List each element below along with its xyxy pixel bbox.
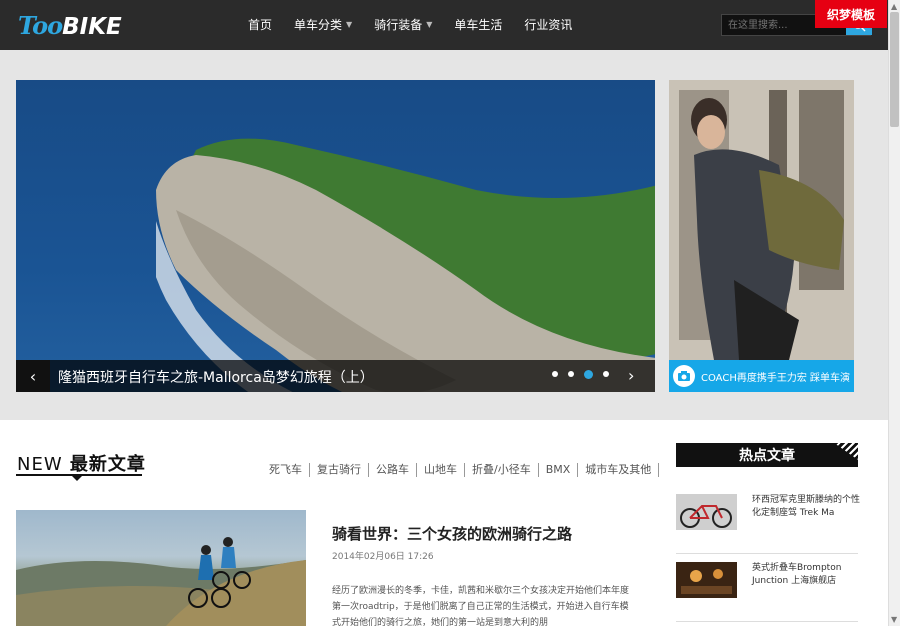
- category-link[interactable]: 城市车及其他: [578, 463, 660, 477]
- slide-next-button[interactable]: ›: [628, 366, 634, 385]
- page-scrollbar[interactable]: ▲ ▼: [888, 0, 900, 626]
- camera-icon: [673, 365, 695, 387]
- nav-item-bike-life[interactable]: 单车生活: [454, 16, 502, 33]
- article-date: 2014年02月06日 17:26: [332, 552, 434, 562]
- template-badge[interactable]: 织梦模板: [815, 0, 887, 28]
- nav-item-bike-categories[interactable]: 单车分类 ▼: [294, 16, 352, 33]
- hot-article-thumbnail: [676, 494, 737, 530]
- featured-slider[interactable]: ‹ 隆猫西班牙自行车之旅-Mallorca岛梦幻旅程（上） ›: [16, 80, 655, 392]
- ad-photo: [669, 80, 854, 360]
- title-arrow-icon: [72, 476, 82, 481]
- nav-item-gear[interactable]: 骑行装备 ▼: [374, 16, 432, 33]
- hot-article-item[interactable]: 环西冠军克里斯滕纳的个性化定制座驾 Trek Ma: [676, 494, 860, 554]
- slide-dot[interactable]: [568, 371, 574, 377]
- site-logo[interactable]: TooBIKE: [18, 11, 122, 40]
- nav-label: 单车生活: [454, 18, 503, 32]
- category-link[interactable]: 公路车: [369, 463, 417, 477]
- title-new: NEW: [17, 454, 63, 475]
- article-thumbnail[interactable]: [16, 510, 306, 626]
- nav-label: 单车分类: [294, 18, 343, 32]
- hot-article-thumbnail: [676, 562, 737, 598]
- logo-bike: BIKE: [62, 14, 122, 40]
- slide-dot[interactable]: [552, 371, 558, 377]
- slide-caption-bar: ‹ 隆猫西班牙自行车之旅-Mallorca岛梦幻旅程（上） ›: [16, 360, 655, 392]
- hot-article-item[interactable]: 英式折叠车Brompton Junction 上海旗舰店: [676, 562, 858, 622]
- hot-articles-header: 热点文章: [676, 443, 858, 467]
- nav-item-industry-news[interactable]: 行业资讯: [524, 16, 572, 33]
- scroll-up-arrow-icon[interactable]: ▲: [891, 2, 897, 11]
- hot-articles-title: 热点文章: [739, 448, 795, 464]
- category-link[interactable]: 山地车: [417, 463, 465, 477]
- slide-title[interactable]: 隆猫西班牙自行车之旅-Mallorca岛梦幻旅程（上）: [58, 367, 374, 387]
- slide-prev-button[interactable]: ‹: [16, 360, 50, 392]
- ad-caption: COACH再度携手王力宏 踩单车演: [701, 372, 851, 384]
- hot-article-title[interactable]: 英式折叠车Brompton Junction 上海旗舰店: [752, 562, 862, 588]
- category-link[interactable]: 复古骑行: [310, 463, 369, 477]
- main-nav: 首页 单车分类 ▼ 骑行装备 ▼ 单车生活 行业资讯: [248, 16, 594, 33]
- hot-article-title[interactable]: 环西冠军克里斯滕纳的个性化定制座驾 Trek Ma: [752, 494, 862, 520]
- nav-label: 行业资讯: [524, 18, 573, 32]
- category-links: 死飞车 复古骑行 公路车 山地车 折叠/小径车 BMX 城市车及其他: [269, 463, 660, 477]
- scroll-thumb[interactable]: [890, 12, 899, 127]
- caret-down-icon: ▼: [426, 20, 433, 29]
- category-link[interactable]: BMX: [539, 463, 579, 477]
- slide-dot[interactable]: [603, 371, 609, 377]
- ad-caption-bar: COACH再度携手王力宏 踩单车演: [669, 360, 854, 392]
- nav-item-home[interactable]: 首页: [248, 16, 272, 33]
- side-ad[interactable]: COACH再度携手王力宏 踩单车演: [669, 80, 854, 392]
- title-rest: 最新文章: [69, 454, 146, 475]
- article-excerpt: 经历了欧洲漫长的冬季，卡佳，凯茜和米歇尔三个女孩决定开始他们本年度第一次road…: [332, 586, 630, 626]
- nav-label: 骑行装备: [374, 18, 423, 32]
- nav-label: 首页: [248, 18, 273, 32]
- caret-down-icon: ▼: [346, 20, 353, 29]
- category-link[interactable]: 死飞车: [269, 463, 310, 477]
- site-header: TooBIKE 首页 单车分类▼ 骑行装备▼ 单车生活 行业资讯 织梦模板: [0, 0, 888, 50]
- cliff-illustration: [156, 138, 655, 392]
- slide-dots: [552, 370, 619, 379]
- scroll-down-arrow-icon[interactable]: ▼: [891, 615, 897, 624]
- slide-dot-active[interactable]: [584, 370, 593, 379]
- article-title[interactable]: 骑看世界：三个女孩的欧洲骑行之路: [332, 523, 572, 544]
- latest-section-title: NEW 最新文章: [17, 450, 146, 476]
- logo-too: Too: [18, 11, 63, 40]
- article-photo: [16, 537, 306, 626]
- category-link[interactable]: 折叠/小径车: [465, 463, 539, 477]
- stripes-decoration: [834, 443, 858, 460]
